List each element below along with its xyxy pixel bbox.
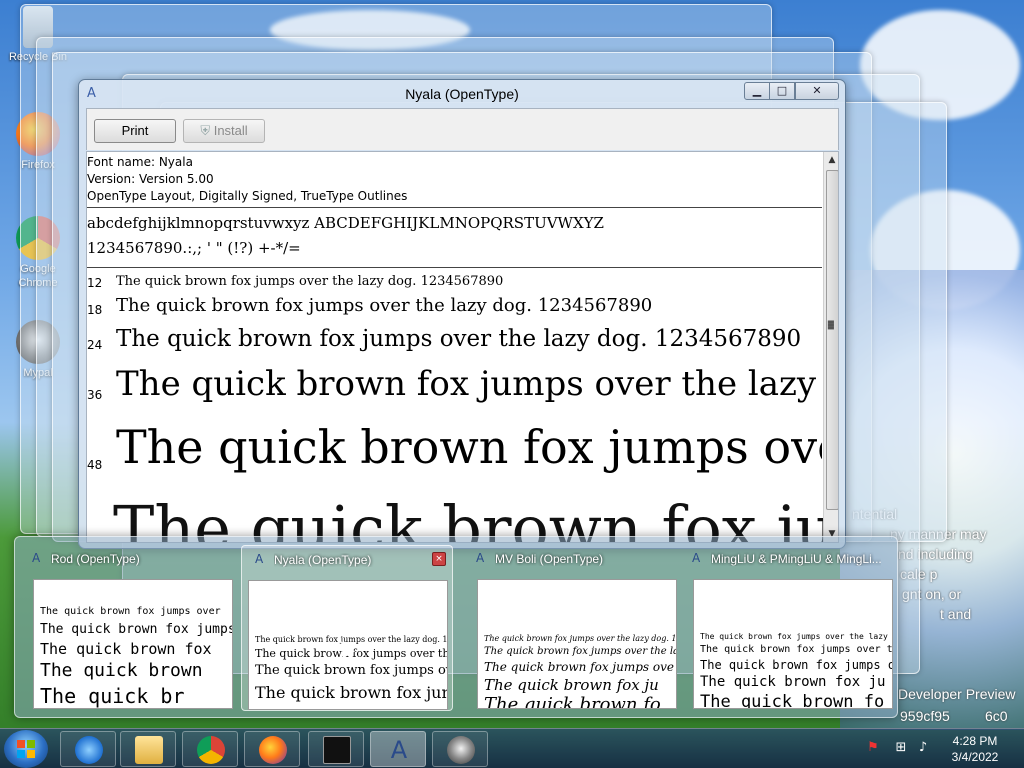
sample-text: The quick brown fox jumps over the lazy … xyxy=(116,274,504,289)
preview-line: The quick brown fox jumps ove xyxy=(700,658,893,672)
network-icon[interactable]: ⊞ xyxy=(893,740,909,756)
taskbar-firefox[interactable] xyxy=(244,731,300,767)
sample-row-36: 36 The quick brown fox jumps over the la… xyxy=(87,362,822,412)
preview-line: The quick brown fox jumps over the lazy … xyxy=(484,634,677,643)
print-button[interactable]: Print xyxy=(94,119,176,143)
font-viewer-icon: A xyxy=(32,551,41,565)
preview-line: The quick brown fox xyxy=(40,640,212,658)
taskbar-font-viewer[interactable]: A xyxy=(370,731,426,767)
maximize-button[interactable]: □ xyxy=(769,82,795,100)
mypal-icon xyxy=(447,736,475,764)
preview-line: The quick brown fox jun xyxy=(255,683,448,702)
taskbar-command-prompt[interactable] xyxy=(308,731,364,767)
preview-line: The quick brown fox jumps over the lazy xyxy=(484,646,677,657)
preview-line: The quick brown fox jumps over the lazy … xyxy=(700,632,893,641)
font-info: Font name: Nyala Version: Version 5.00 O… xyxy=(87,154,407,205)
divider xyxy=(87,267,822,268)
preview-line: The quick brown fox jumps xyxy=(40,622,233,637)
thumbnail-mingliu[interactable]: A MingLiU & PMingLiU & MingLi... The qui… xyxy=(679,545,893,711)
sample-size: 12 xyxy=(87,276,103,290)
preview-line: The quick brown fox jumps over the lazy xyxy=(700,644,893,655)
thumbnail-mv-boli[interactable]: A MV Boli (OpenType) The quick brown fox… xyxy=(463,545,677,711)
preview-line: The quick brown fox ju xyxy=(484,676,659,694)
sample-size: 36 xyxy=(87,388,103,402)
wallpaper-text: t and xyxy=(940,606,972,622)
title-bar[interactable]: A Nyala (OpenType) ▁ □ ✕ xyxy=(79,80,845,108)
start-button[interactable] xyxy=(4,730,48,768)
thumbnail-title: MV Boli (OpenType) xyxy=(495,552,604,566)
firefox-icon xyxy=(259,736,287,764)
thumbnail-preview: The quick brown fox jumps over the lazy … xyxy=(477,579,677,709)
charset-digits: 1234567890.:,; ' " (!?) +-*/= xyxy=(87,239,301,257)
install-label: Install xyxy=(213,123,248,138)
sample-row-48: 48 The quick brown fox jumps ove xyxy=(87,418,822,484)
preview-line: The quick brown fox jumps over the lazy … xyxy=(255,635,448,644)
minimize-button[interactable]: ▁ xyxy=(744,82,770,100)
shield-icon: ⛨ xyxy=(200,123,214,138)
clock[interactable]: 4:28 PM 3/4/2022 xyxy=(940,733,1010,765)
close-button[interactable]: ✕ xyxy=(795,82,839,100)
command-prompt-icon xyxy=(323,736,351,764)
taskbar-chrome[interactable] xyxy=(182,731,238,767)
preview-line: The quick brown fox ju xyxy=(700,674,886,690)
scroll-up-arrow-icon[interactable]: ▲ xyxy=(824,152,838,168)
preview-line: The quick br xyxy=(40,684,185,708)
divider xyxy=(87,207,822,208)
sample-size: 18 xyxy=(87,303,103,317)
font-viewer-icon: A xyxy=(390,736,408,764)
wallpaper-text: Developer Preview xyxy=(898,686,1016,702)
preview-line: The quick brown fo xyxy=(700,692,885,709)
font-viewer-icon: A xyxy=(255,552,264,566)
font-viewer-icon: A xyxy=(692,551,701,565)
preview-line: The quick brown fox jumps ov xyxy=(255,663,448,678)
font-preview-pane: Font name: Nyala Version: Version 5.00 O… xyxy=(86,151,839,543)
preview-line: The quick brown fox jumps over xyxy=(40,606,221,617)
chrome-icon xyxy=(197,736,225,764)
sample-row-large: The quick brown fox jun xyxy=(113,492,823,542)
vertical-scrollbar[interactable]: ▲ ▬ ▬ ▬ ▼ xyxy=(823,152,838,542)
thumbnail-preview: The quick brown fox jumps over The quick… xyxy=(33,579,233,709)
sample-text: The quick brown fox jumps over the lazy … xyxy=(116,295,653,316)
taskbar-file-explorer[interactable] xyxy=(120,731,176,767)
internet-explorer-icon xyxy=(75,736,103,764)
thumbnail-title: Nyala (OpenType) xyxy=(274,553,372,567)
sample-text: The quick brown fox jumps over the lazy … xyxy=(116,326,802,352)
font-viewer-icon: A xyxy=(476,551,485,565)
font-viewer-window: A Nyala (OpenType) ▁ □ ✕ Print ⛨ Install… xyxy=(78,79,846,549)
thumbnail-rod[interactable]: A Rod (OpenType) The quick brown fox jum… xyxy=(19,545,233,711)
install-button[interactable]: ⛨ Install xyxy=(183,119,265,143)
taskbar: A ⚑ ⊞ ♪ 4:28 PM 3/4/2022 xyxy=(0,728,1024,768)
taskbar-internet-explorer[interactable] xyxy=(60,731,116,767)
font-version: Version: Version 5.00 xyxy=(87,172,214,186)
font-features: OpenType Layout, Digitally Signed, TrueT… xyxy=(87,189,408,203)
sample-size: 24 xyxy=(87,338,103,352)
windows-logo-icon xyxy=(17,740,35,758)
thumbnail-preview: The quick brown fox jumps over the lazy … xyxy=(693,579,893,709)
clock-date: 3/4/2022 xyxy=(951,750,999,764)
toolbar: Print ⛨ Install xyxy=(86,108,839,150)
folder-icon xyxy=(135,736,163,764)
taskbar-thumbnail-flyout: A Rod (OpenType) The quick brown fox jum… xyxy=(14,536,898,718)
scroll-grip-icon: ▬ ▬ ▬ xyxy=(827,317,835,332)
thumbnail-title: Rod (OpenType) xyxy=(51,552,140,566)
sample-size: 48 xyxy=(87,458,103,472)
action-center-flag-icon[interactable]: ⚑ xyxy=(865,740,881,756)
wallpaper-text: 6c0 xyxy=(985,708,1008,724)
thumbnail-nyala[interactable]: A Nyala (OpenType) × The quick brown fox… xyxy=(241,545,453,711)
preview-line: The quick brown xyxy=(40,660,203,681)
window-title: Nyala (OpenType) xyxy=(405,86,519,102)
preview-line: The quick brown fox jumps ove xyxy=(484,660,674,674)
sample-text: The quick brown fox jumps over the lazy xyxy=(116,364,817,404)
wallpaper-text: 959cf95 xyxy=(900,708,950,724)
preview-line: The quick brown fo xyxy=(484,694,661,709)
font-name: Font name: Nyala xyxy=(87,155,193,169)
sample-text: The quick brown fox jumps ove xyxy=(116,420,822,474)
taskbar-mypal[interactable] xyxy=(432,731,488,767)
volume-icon[interactable]: ♪ xyxy=(915,740,931,756)
charset-letters: abcdefghijklmnopqrstuvwxyz ABCDEFGHIJKLM… xyxy=(87,214,604,232)
clock-time: 4:28 PM xyxy=(952,734,998,748)
thumbnail-close-button[interactable]: × xyxy=(432,552,446,566)
thumbnail-title: MingLiU & PMingLiU & MingLi... xyxy=(711,552,881,566)
scroll-thumb[interactable] xyxy=(826,170,838,510)
